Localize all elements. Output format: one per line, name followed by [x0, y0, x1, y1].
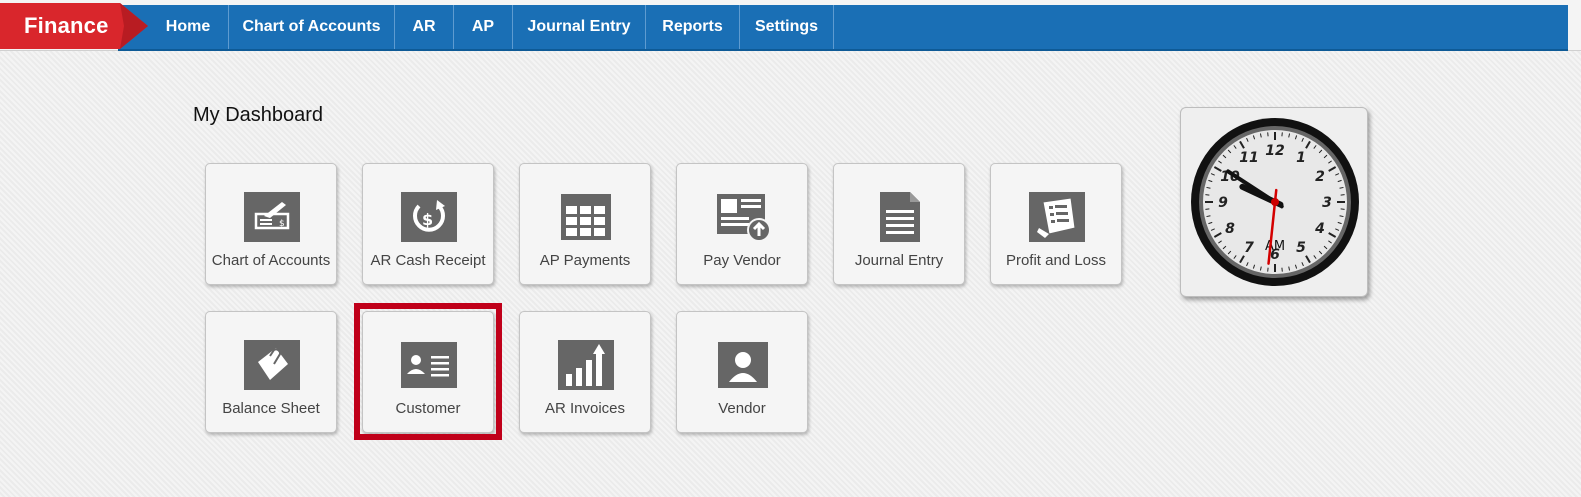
analog-clock: 12 1 2 3 4 5 6 7 8 9 10 11 AM	[1180, 107, 1368, 297]
nav-ap[interactable]: AP	[453, 5, 512, 49]
nav-divider	[833, 5, 834, 49]
tile-ar-cash-receipt[interactable]: $ AR Cash Receipt	[362, 163, 494, 285]
receipt-icon	[1029, 192, 1085, 242]
nav-journal-entry[interactable]: Journal Entry	[512, 5, 645, 49]
user-icon	[718, 342, 768, 388]
nav-ar[interactable]: AR	[394, 5, 453, 49]
tile-label: Profit and Loss	[1005, 252, 1107, 269]
customer-highlight-box	[354, 303, 502, 440]
tile-vendor[interactable]: Vendor	[676, 311, 808, 433]
clock-numeral: 8	[1225, 221, 1235, 237]
tile-label: Balance Sheet	[222, 400, 320, 417]
clock-numeral: 5	[1296, 240, 1306, 256]
paperclip-note-icon	[244, 340, 300, 390]
tile-ap-payments[interactable]: AP Payments	[519, 163, 651, 285]
tile-journal-entry[interactable]: Journal Entry	[833, 163, 965, 285]
nav-settings[interactable]: Settings	[739, 5, 833, 49]
tile-label: AR Invoices	[544, 400, 626, 417]
tile-pay-vendor[interactable]: Pay Vendor	[676, 163, 808, 285]
brand-label: Finance	[24, 13, 109, 38]
bar-chart-up-icon	[558, 340, 614, 390]
brand-logo[interactable]: Finance	[0, 3, 148, 49]
grid-icon	[561, 194, 611, 240]
clock-numeral: 9	[1218, 195, 1228, 211]
tile-chart-of-accounts[interactable]: $ Chart of Accounts	[205, 163, 337, 285]
clock-face: 12 1234567891011 AM	[1191, 118, 1359, 286]
clock-period: AM	[1265, 239, 1285, 254]
tile-ar-invoices[interactable]: AR Invoices	[519, 311, 651, 433]
news-upload-icon	[715, 192, 771, 242]
tile-label: Chart of Accounts	[211, 252, 331, 269]
tile-label: AP Payments	[539, 252, 631, 269]
check-icon: $	[244, 192, 300, 242]
nav-reports[interactable]: Reports	[645, 5, 739, 49]
dollar-refresh-icon: $	[401, 192, 457, 242]
clock-numeral: 7	[1244, 240, 1254, 256]
tile-label: Vendor	[718, 400, 766, 417]
clock-numeral: 4	[1314, 221, 1325, 237]
clock-numeral: 2	[1315, 169, 1325, 185]
tile-label: Pay Vendor	[703, 252, 781, 269]
page-title: My Dashboard	[193, 104, 324, 126]
clock-numeral: 3	[1322, 195, 1332, 211]
document-icon	[880, 192, 920, 242]
nav-home[interactable]: Home	[148, 5, 228, 49]
tile-label: Journal Entry	[854, 252, 944, 269]
clock-numeral: 1	[1296, 150, 1306, 166]
svg-text:$: $	[422, 210, 433, 229]
tile-balance-sheet[interactable]: Balance Sheet	[205, 311, 337, 433]
clock-numeral: 11	[1239, 150, 1258, 166]
nav-chart-of-accounts[interactable]: Chart of Accounts	[228, 5, 394, 49]
tile-profit-and-loss[interactable]: Profit and Loss	[990, 163, 1122, 285]
clock-numeral: 12	[1265, 143, 1284, 159]
tile-label: AR Cash Receipt	[370, 252, 486, 269]
svg-text:$: $	[279, 219, 285, 229]
